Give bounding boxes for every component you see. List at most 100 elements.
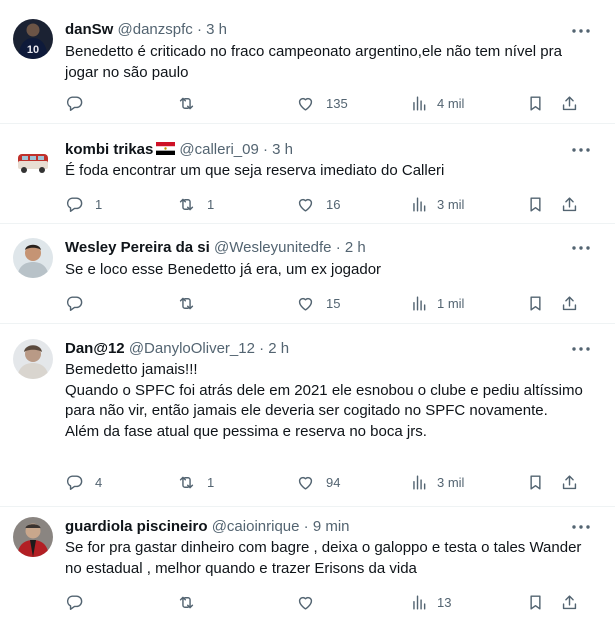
tweet-text: Bemedetto jamais!!! Quando o SPFC foi at… <box>65 361 583 440</box>
tweet-actions: 13 <box>58 590 598 614</box>
user-handle[interactable]: @Wesleyunitedfe <box>214 239 332 256</box>
share-button[interactable] <box>560 192 579 216</box>
views-button[interactable]: 13 <box>410 590 451 614</box>
views-button[interactable]: 4 mil <box>410 91 464 115</box>
avatar[interactable] <box>13 339 53 379</box>
display-name[interactable]: guardiola piscineiro <box>65 518 208 535</box>
tweet[interactable]: Wesley Pereira da si @Wesleyunitedfe · 2… <box>0 224 615 324</box>
more-horizontal-icon[interactable] <box>569 339 593 359</box>
share-button[interactable] <box>560 590 579 614</box>
share-icon <box>562 95 577 110</box>
share-icon <box>562 474 577 489</box>
avatar[interactable] <box>13 142 53 182</box>
view-count: 13 <box>437 594 452 610</box>
reply-icon <box>66 95 83 111</box>
tweet-actions: 4 1 94 3 mil <box>58 470 598 494</box>
more-horizontal-icon[interactable] <box>569 21 593 41</box>
retweet-icon <box>179 596 194 608</box>
views-bar-chart-icon <box>413 474 426 490</box>
separator-dot: · <box>262 141 268 158</box>
separator-dot: · <box>259 340 265 357</box>
bookmark-button[interactable] <box>526 291 545 315</box>
reply-icon <box>66 474 83 490</box>
heart-icon <box>298 297 313 311</box>
timestamp[interactable]: 2 h <box>268 340 289 357</box>
display-name[interactable]: kombi trikas <box>65 141 153 158</box>
more-horizontal-icon[interactable] <box>569 238 593 258</box>
retweet-button[interactable] <box>177 91 207 115</box>
flag-icon <box>156 142 176 155</box>
avatar[interactable] <box>13 517 53 557</box>
views-button[interactable]: 3 mil <box>410 192 464 216</box>
more-horizontal-icon[interactable] <box>569 140 593 160</box>
tweet[interactable]: guardiola piscineiro @caioinrique · 9 mi… <box>0 507 615 629</box>
bookmark-button[interactable] <box>526 91 545 115</box>
like-button[interactable]: 94 <box>296 470 340 494</box>
share-icon <box>562 594 577 609</box>
heart-icon <box>298 596 313 610</box>
view-count: 3 mil <box>437 196 465 212</box>
reply-button[interactable]: 1 <box>65 192 102 216</box>
display-name[interactable]: danSw <box>65 21 113 38</box>
user-handle[interactable]: @DanyloOliver_12 <box>129 340 255 357</box>
display-name[interactable]: Dan@12 <box>65 340 125 357</box>
like-button[interactable]: 16 <box>296 192 340 216</box>
views-button[interactable]: 3 mil <box>410 470 464 494</box>
separator-dot: · <box>335 239 341 256</box>
like-button[interactable] <box>296 590 326 614</box>
reply-button[interactable] <box>65 291 95 315</box>
like-button[interactable]: 135 <box>296 91 348 115</box>
view-count: 3 mil <box>437 474 465 490</box>
retweet-button[interactable]: 1 <box>177 470 214 494</box>
view-count: 1 mil <box>437 295 465 311</box>
reply-button[interactable]: 4 <box>65 470 102 494</box>
retweet-count: 1 <box>207 196 215 212</box>
bookmark-button[interactable] <box>526 470 545 494</box>
like-button[interactable]: 15 <box>296 291 340 315</box>
share-button[interactable] <box>560 91 579 115</box>
retweet-icon <box>179 97 194 109</box>
avatar[interactable]: 10 <box>13 19 53 59</box>
user-handle[interactable]: @danzspfc <box>118 21 193 38</box>
separator-dot: · <box>303 518 309 535</box>
reply-button[interactable] <box>65 590 95 614</box>
retweet-button[interactable]: 1 <box>177 192 214 216</box>
user-handle[interactable]: @caioinrique <box>212 518 300 535</box>
bookmark-icon <box>530 95 541 111</box>
tweet[interactable]: Dan@12 @DanyloOliver_12 · 2 h Bemedetto … <box>0 324 615 507</box>
reply-icon <box>66 594 83 610</box>
bookmark-icon <box>530 474 541 490</box>
tweet[interactable]: 10 danSw @danzspfc · 3 h Benedetto é cri… <box>0 0 615 124</box>
timestamp[interactable]: 2 h <box>345 239 366 256</box>
share-icon <box>562 295 577 310</box>
retweet-icon <box>179 198 194 210</box>
bookmark-icon <box>530 594 541 610</box>
share-icon <box>562 196 577 211</box>
like-count: 94 <box>326 474 341 490</box>
retweet-button[interactable] <box>177 291 207 315</box>
separator-dot: · <box>196 21 202 38</box>
display-name[interactable]: Wesley Pereira da si <box>65 239 210 256</box>
views-button[interactable]: 1 mil <box>410 291 464 315</box>
more-horizontal-icon[interactable] <box>569 517 593 537</box>
reply-button[interactable] <box>65 91 95 115</box>
retweet-button[interactable] <box>177 590 207 614</box>
tweet[interactable]: kombi trikas @calleri_09 · 3 h É foda enc… <box>0 124 615 224</box>
bookmark-icon <box>530 196 541 212</box>
bookmark-button[interactable] <box>526 590 545 614</box>
avatar[interactable] <box>13 238 53 278</box>
share-button[interactable] <box>560 470 579 494</box>
share-button[interactable] <box>560 291 579 315</box>
reply-count: 1 <box>95 196 103 212</box>
user-handle[interactable]: @calleri_09 <box>179 141 258 158</box>
tweet-actions: 135 4 mil <box>58 91 598 115</box>
views-bar-chart-icon <box>413 295 426 311</box>
timestamp[interactable]: 3 h <box>272 141 293 158</box>
retweet-icon <box>179 297 194 309</box>
timestamp[interactable]: 3 h <box>206 21 227 38</box>
views-bar-chart-icon <box>413 95 426 111</box>
heart-icon <box>298 198 313 212</box>
timestamp[interactable]: 9 min <box>313 518 350 535</box>
bookmark-button[interactable] <box>526 192 545 216</box>
like-count: 15 <box>326 295 341 311</box>
